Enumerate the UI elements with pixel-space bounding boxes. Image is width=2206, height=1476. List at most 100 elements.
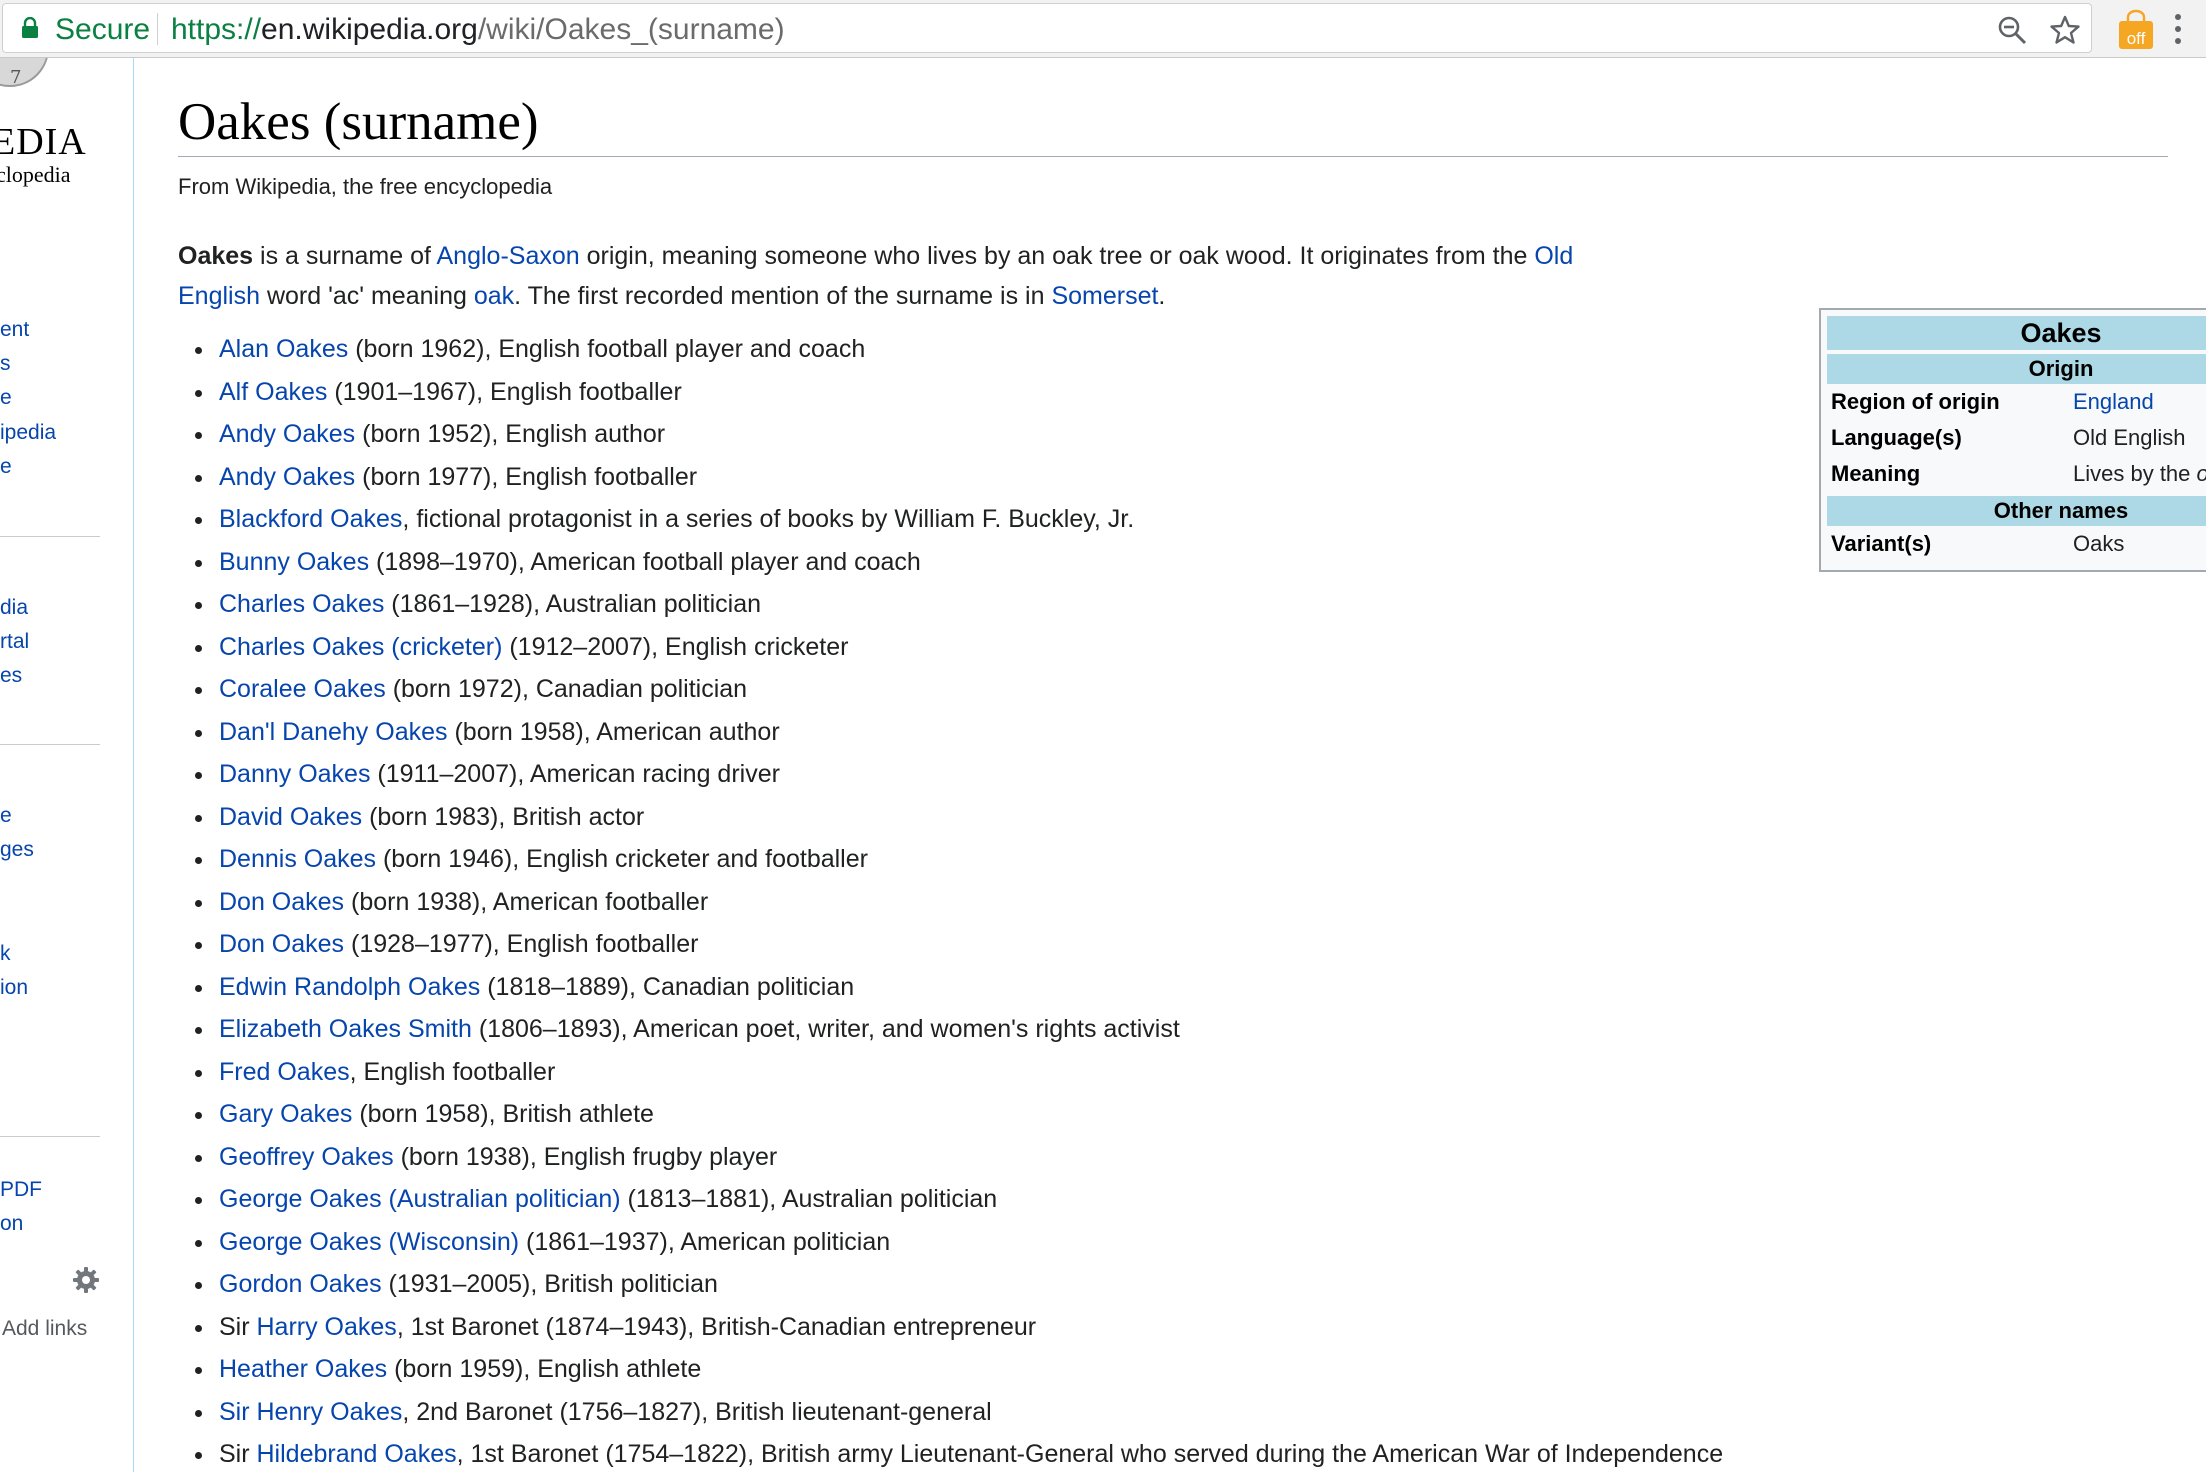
person-description: (1806–1893), American poet, writer, and …	[471, 1015, 1180, 1043]
person-link[interactable]: Elizabeth Oakes Smith	[219, 1015, 472, 1043]
person-link[interactable]: Coralee Oakes	[219, 675, 386, 703]
person-link[interactable]: Sir Henry Oakes	[219, 1398, 402, 1426]
list-item: Andy Oakes (born 1977), English football…	[178, 456, 1878, 499]
person-link[interactable]: Andy Oakes	[219, 420, 355, 448]
extension-badge: off	[2127, 29, 2146, 48]
person-link[interactable]: Fred Oakes	[219, 1058, 350, 1086]
person-link[interactable]: Charles Oakes	[219, 590, 384, 618]
person-link[interactable]: Gordon Oakes	[219, 1270, 382, 1298]
add-links-link[interactable]: Add links	[2, 1317, 87, 1341]
anglo-saxon-link[interactable]: Anglo-Saxon	[437, 242, 580, 270]
bookmark-star-icon[interactable]	[2049, 14, 2081, 46]
infobox-label: Meaning	[1831, 461, 1921, 486]
person-description: , 1st Baronet (1754–1822), British army …	[456, 1440, 1724, 1468]
list-item: George Oakes (Australian politician) (18…	[178, 1178, 1878, 1221]
person-description: (1911–2007), American racing driver	[370, 760, 780, 788]
sidebar-link[interactable]: on	[0, 1212, 23, 1236]
oak-link[interactable]: oak	[474, 282, 514, 310]
zoom-out-icon[interactable]	[1997, 15, 2027, 45]
list-item: David Oakes (born 1983), British actor	[178, 796, 1878, 839]
person-description: (1898–1970), American football player an…	[369, 547, 921, 576]
person-description: (1861–1937), American politician	[519, 1227, 891, 1256]
person-link[interactable]: Heather Oakes	[219, 1355, 387, 1383]
list-item: Andy Oakes (born 1952), English author	[178, 413, 1878, 456]
infobox-section-origin: Origin	[1827, 354, 2206, 384]
list-item: Danny Oakes (1911–2007), American racing…	[178, 753, 1878, 796]
sidebar-link[interactable]: rtal	[0, 630, 29, 654]
list-item: Elizabeth Oakes Smith (1806–1893), Ameri…	[178, 1008, 1878, 1051]
title-divider	[178, 156, 2168, 157]
list-item: Alf Oakes (1901–1967), English footballe…	[178, 371, 1878, 414]
person-link[interactable]: Charles Oakes (cricketer)	[219, 633, 502, 661]
person-link[interactable]: Dan'l Danehy Oakes	[219, 718, 448, 746]
sidebar-link[interactable]: s	[0, 352, 11, 376]
person-link[interactable]: Edwin Randolph Oakes	[219, 973, 480, 1001]
list-item: George Oakes (Wisconsin) (1861–1937), Am…	[178, 1221, 1878, 1264]
person-description: (1928–1977), English footballer	[344, 930, 699, 958]
people-list: Alan Oakes (born 1962), English football…	[178, 328, 1878, 1476]
list-item: Don Oakes (1928–1977), English footballe…	[178, 923, 1878, 966]
sidebar-link[interactable]: ipedia	[0, 421, 56, 445]
person-link[interactable]: Alan Oakes	[219, 335, 348, 363]
sidebar-link[interactable]: k	[0, 942, 11, 966]
infobox-value: Lives by the oak	[2073, 456, 2206, 492]
person-link[interactable]: Blackford Oakes	[219, 505, 402, 533]
intro-text: word 'ac' meaning	[260, 282, 474, 310]
sidebar-link[interactable]: ges	[0, 838, 34, 862]
sidebar-link[interactable]: dia	[0, 596, 28, 620]
intro-paragraph: Oakes is a surname of Anglo-Saxon origin…	[178, 236, 1628, 316]
lock-icon	[22, 17, 38, 38]
sidebar-link[interactable]: ent	[0, 318, 29, 342]
browser-menu-icon[interactable]	[2172, 12, 2184, 46]
list-item: Geoffrey Oakes (born 1938), English frug…	[178, 1136, 1878, 1179]
person-link[interactable]: Hildebrand Oakes	[257, 1440, 457, 1468]
browser-toolbar: Secure https://en.wikipedia.org/wiki/Oak…	[0, 0, 2206, 58]
person-description: (born 1938), American footballer	[344, 887, 709, 916]
infobox-row-language: Language(s) Old English	[1827, 420, 2206, 456]
person-description: (1912–2007), English cricketer	[502, 632, 849, 661]
list-item: Gary Oakes (born 1958), British athlete	[178, 1093, 1878, 1136]
infobox-label: Variant(s)	[1831, 531, 1932, 556]
gear-icon[interactable]	[72, 1266, 100, 1294]
person-description: (born 1959), English athlete	[387, 1355, 702, 1383]
person-prefix: Sir	[219, 1440, 257, 1468]
sidebar-link[interactable]: ion	[0, 976, 28, 1000]
person-link[interactable]: Bunny Oakes	[219, 548, 369, 576]
svg-text:7: 7	[10, 67, 21, 88]
intro-text: origin, meaning someone who lives by an …	[579, 242, 1535, 270]
sidebar-link[interactable]: e	[0, 804, 12, 828]
person-link[interactable]: Geoffrey Oakes	[219, 1143, 394, 1171]
person-link[interactable]: Andy Oakes	[219, 463, 355, 491]
list-item: Fred Oakes, English footballer	[178, 1051, 1878, 1094]
extension-icon[interactable]: off	[2116, 8, 2156, 50]
url-path: /wiki/Oakes_(surname)	[477, 13, 785, 46]
person-link[interactable]: Alf Oakes	[219, 378, 327, 406]
person-description: (born 1938), English frugby player	[393, 1142, 778, 1171]
infobox-row-meaning: Meaning Lives by the oak	[1827, 456, 2206, 492]
sidebar-link[interactable]: e	[0, 455, 12, 479]
person-link[interactable]: Dennis Oakes	[219, 845, 376, 873]
person-link[interactable]: Gary Oakes	[219, 1100, 352, 1128]
england-link[interactable]: England	[2073, 384, 2154, 420]
address-bar[interactable]: Secure https://en.wikipedia.org/wiki/Oak…	[2, 3, 2092, 53]
person-link[interactable]: Harry Oakes	[257, 1313, 397, 1341]
list-item: Edwin Randolph Oakes (1818–1889), Canadi…	[178, 966, 1878, 1009]
person-link[interactable]: George Oakes (Australian politician)	[219, 1185, 621, 1213]
person-prefix: Sir	[219, 1312, 257, 1341]
infobox: Oakes Origin Region of origin England La…	[1819, 308, 2206, 572]
person-description: , English footballer	[349, 1057, 556, 1086]
sidebar-link[interactable]: e	[0, 386, 12, 410]
sidebar-link[interactable]: PDF	[0, 1178, 42, 1202]
person-link[interactable]: David Oakes	[219, 803, 362, 831]
person-link[interactable]: Don Oakes	[219, 930, 344, 958]
url-text[interactable]: https://en.wikipedia.org/wiki/Oakes_(sur…	[171, 12, 785, 48]
person-description: (1931–2005), British politician	[381, 1270, 718, 1298]
person-link[interactable]: Don Oakes	[219, 888, 344, 916]
infobox-row-variant: Variant(s) Oaks	[1827, 526, 2206, 562]
person-description: , 2nd Baronet (1756–1827), British lieut…	[402, 1397, 992, 1426]
person-link[interactable]: George Oakes (Wisconsin)	[219, 1228, 519, 1256]
wikipedia-globe-icon[interactable]: 7	[0, 58, 50, 88]
person-link[interactable]: Danny Oakes	[219, 760, 370, 788]
somerset-link[interactable]: Somerset	[1051, 282, 1158, 310]
sidebar-link[interactable]: es	[0, 664, 22, 688]
